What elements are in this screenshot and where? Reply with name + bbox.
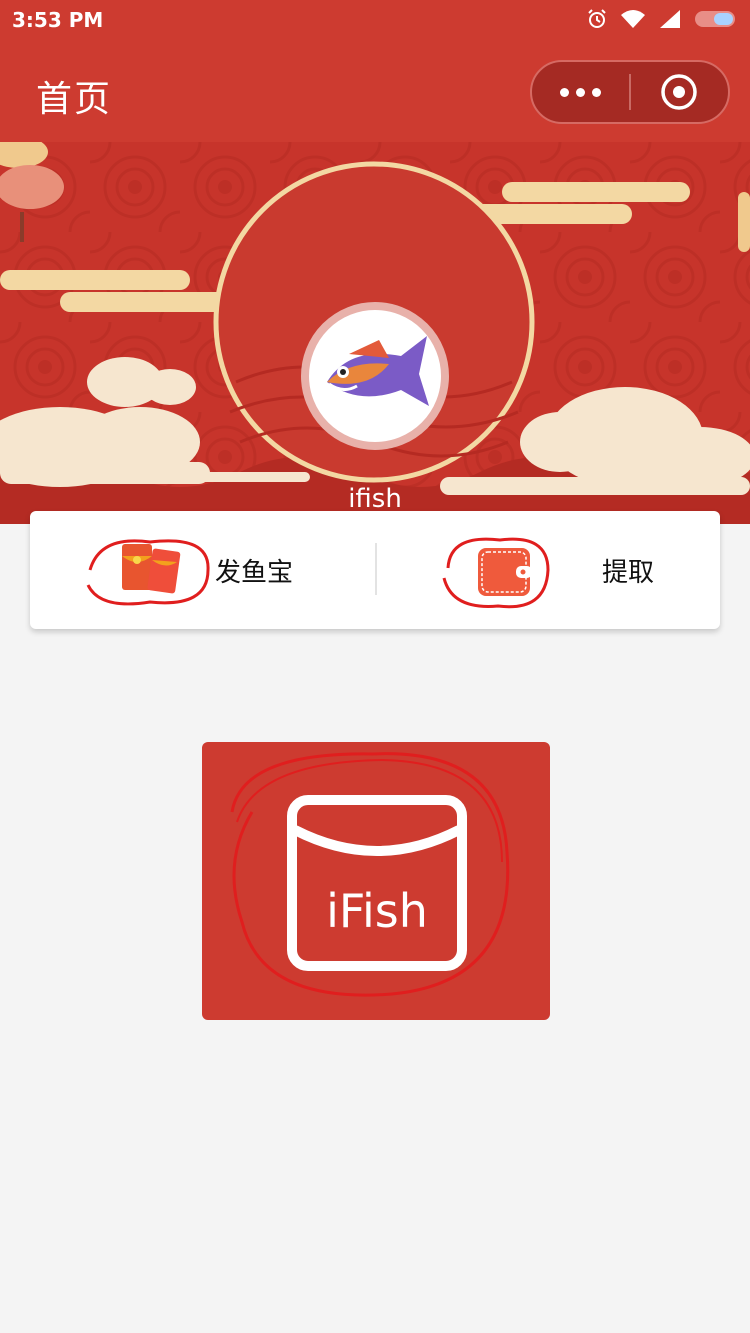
status-icons (586, 8, 736, 30)
wifi-icon (621, 10, 645, 28)
wallet-icon (442, 537, 550, 609)
miniprogram-capsule (530, 60, 730, 124)
page-title: 首页 (36, 79, 113, 120)
action-card: 发鱼宝 提取 (30, 511, 720, 629)
more-dot-icon (560, 87, 569, 97)
user-avatar[interactable] (301, 302, 449, 450)
red-envelope-icon (86, 539, 210, 606)
withdraw-label: 提取 (602, 557, 655, 588)
more-options-button[interactable] (532, 62, 629, 122)
alarm-icon (588, 9, 606, 28)
action-divider (375, 543, 377, 595)
send-fish-button[interactable]: 发鱼宝 (80, 511, 370, 629)
signal-icon (660, 10, 680, 28)
send-fish-label: 发鱼宝 (215, 557, 294, 588)
ifish-logo-icon (230, 752, 510, 997)
ifish-logo-text: iFish (326, 884, 428, 938)
more-dot-icon (592, 87, 601, 97)
navigation-bar: 首页 (0, 42, 750, 142)
status-bar: 3:53 PM (0, 0, 750, 42)
profile-banner: ifish 0 (0, 142, 750, 524)
status-time: 3:53 PM (12, 8, 104, 32)
fish-icon (327, 336, 429, 406)
withdraw-button[interactable]: 提取 (440, 511, 710, 629)
username: ifish (348, 484, 402, 514)
close-miniprogram-button[interactable] (631, 62, 728, 122)
ifish-logo-button[interactable] (202, 742, 550, 1020)
more-dot-icon (576, 87, 585, 97)
battery-icon (695, 11, 735, 27)
close-circle-icon (661, 74, 698, 110)
